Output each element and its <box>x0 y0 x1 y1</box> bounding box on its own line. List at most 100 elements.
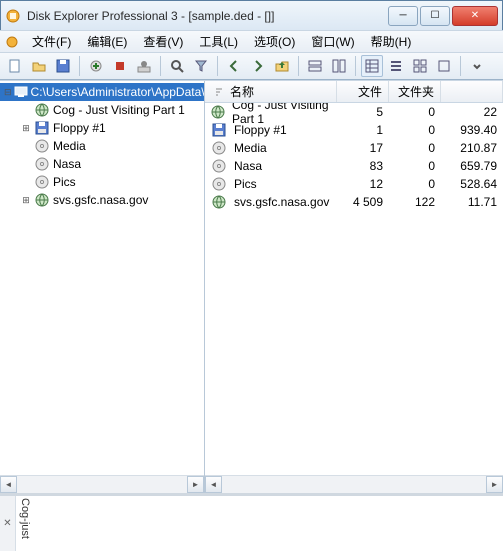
window-controls: ─ ☐ ✕ <box>388 6 498 26</box>
cell-files: 5 <box>337 105 389 119</box>
cell-name: svs.gsfc.nasa.gov <box>234 195 329 209</box>
tree-item[interactable]: ⊞svs.gsfc.nasa.gov <box>0 191 204 209</box>
minimize-button[interactable]: ─ <box>388 6 418 26</box>
cell-folders: 122 <box>389 195 441 209</box>
overflow-icon[interactable] <box>466 55 488 77</box>
menu-options[interactable]: 选项(O) <box>246 31 303 52</box>
cell-name: Pics <box>234 177 257 191</box>
cell-folders: 0 <box>389 141 441 155</box>
save-icon[interactable] <box>52 55 74 77</box>
close-button[interactable]: ✕ <box>452 6 498 26</box>
folder-tree: ⊟ C:\Users\Administrator\AppData\ Cog - … <box>0 81 204 475</box>
back-icon[interactable] <box>223 55 245 77</box>
open-icon[interactable] <box>28 55 50 77</box>
cell-extra: 659.79 <box>441 159 503 173</box>
floppy-icon <box>211 122 227 138</box>
list-hscroll[interactable]: ◄ ► <box>205 475 503 493</box>
globe-icon <box>211 104 225 120</box>
add-item-icon[interactable] <box>85 55 107 77</box>
globe-icon <box>211 194 227 210</box>
scroll-right-icon[interactable]: ► <box>486 476 503 493</box>
menu-window[interactable]: 窗口(W) <box>303 31 362 52</box>
list-row[interactable]: Nasa830659.79 <box>205 157 503 175</box>
tree-item-label: Floppy #1 <box>53 121 106 135</box>
tree-item[interactable]: ⊞ Floppy #1 <box>0 119 204 137</box>
tree-hscroll[interactable]: ◄ ► <box>0 475 204 493</box>
twisty-blank <box>20 176 32 188</box>
column-folders[interactable]: 文件夹 <box>389 81 441 102</box>
view-details-icon[interactable] <box>361 55 383 77</box>
menu-file[interactable]: 文件(F) <box>24 31 79 52</box>
find-icon[interactable] <box>166 55 188 77</box>
computer-icon <box>14 84 28 100</box>
bottom-panel: ✕ Cog-just <box>0 493 503 551</box>
tree-item[interactable]: Cog - Just Visiting Part 1 <box>0 101 204 119</box>
tree-item[interactable]: Media <box>0 137 204 155</box>
list-row[interactable]: svs.gsfc.nasa.gov 4 50912211.71 <box>205 193 503 211</box>
tree-item[interactable]: Nasa <box>0 155 204 173</box>
scroll-left-icon[interactable]: ◄ <box>205 476 222 493</box>
menu-edit[interactable]: 编辑(E) <box>79 31 135 52</box>
menu-tools[interactable]: 工具(L) <box>191 31 246 52</box>
cell-files: 12 <box>337 177 389 191</box>
tree-item-label: Cog - Just Visiting Part 1 <box>53 103 185 117</box>
column-files[interactable]: 文件 <box>337 81 389 102</box>
tree-item-label: Nasa <box>53 157 81 171</box>
expand-icon[interactable]: ⊞ <box>20 122 32 134</box>
list-row[interactable]: Pics120528.64 <box>205 175 503 193</box>
column-extra[interactable] <box>441 81 503 102</box>
list-pane: 名称 文件 文件夹 Cog - Just Visiting Part 15022… <box>205 81 503 493</box>
floppy-icon <box>34 120 50 136</box>
column-name[interactable]: 名称 <box>205 81 337 102</box>
new-icon[interactable] <box>4 55 26 77</box>
disc-icon <box>211 158 227 174</box>
menu-view[interactable]: 查看(V) <box>135 31 191 52</box>
sort-icon <box>211 84 227 100</box>
list-header: 名称 文件 文件夹 <box>205 81 503 103</box>
list-row[interactable]: Floppy #110939.40 <box>205 121 503 139</box>
cell-folders: 0 <box>389 177 441 191</box>
expand-icon[interactable]: ⊞ <box>20 194 32 206</box>
bottom-text: Cog-just <box>16 496 503 551</box>
list-row[interactable]: Cog - Just Visiting Part 15022 <box>205 103 503 121</box>
view-vertical-icon[interactable] <box>328 55 350 77</box>
view-thumb-icon[interactable] <box>433 55 455 77</box>
main-split: ⊟ C:\Users\Administrator\AppData\ Cog - … <box>0 80 503 493</box>
stop-icon[interactable] <box>109 55 131 77</box>
tree-item-label: Pics <box>53 175 76 189</box>
cell-folders: 0 <box>389 123 441 137</box>
menu-help[interactable]: 帮助(H) <box>363 31 420 52</box>
tree-root-label: C:\Users\Administrator\AppData\ <box>31 85 204 99</box>
scroll-right-icon[interactable]: ► <box>187 476 204 493</box>
collapse-icon[interactable]: ⊟ <box>4 86 12 98</box>
cell-folders: 0 <box>389 159 441 173</box>
cell-files: 17 <box>337 141 389 155</box>
view-list-icon[interactable] <box>385 55 407 77</box>
tree-pane: ⊟ C:\Users\Administrator\AppData\ Cog - … <box>0 81 205 493</box>
globe-icon <box>34 192 50 208</box>
view-icons-icon[interactable] <box>409 55 431 77</box>
titlebar: Disk Explorer Professional 3 - [sample.d… <box>0 0 503 30</box>
tree-item[interactable]: Pics <box>0 173 204 191</box>
forward-icon[interactable] <box>247 55 269 77</box>
scroll-left-icon[interactable]: ◄ <box>0 476 17 493</box>
cell-name: Nasa <box>234 159 262 173</box>
window-title: Disk Explorer Professional 3 - [sample.d… <box>27 9 388 23</box>
bottom-close-icon[interactable]: ✕ <box>0 496 16 551</box>
cell-files: 4 509 <box>337 195 389 209</box>
toolbar <box>0 52 503 80</box>
tree-item-label: Media <box>53 139 86 153</box>
settings-icon[interactable] <box>133 55 155 77</box>
maximize-button[interactable]: ☐ <box>420 6 450 26</box>
cell-extra: 11.71 <box>441 195 503 209</box>
up-icon[interactable] <box>271 55 293 77</box>
list-row[interactable]: Media170210.87 <box>205 139 503 157</box>
cell-files: 1 <box>337 123 389 137</box>
tree-root[interactable]: ⊟ C:\Users\Administrator\AppData\ <box>0 83 204 101</box>
twisty-blank <box>20 140 32 152</box>
disc-icon <box>34 138 50 154</box>
view-horizontal-icon[interactable] <box>304 55 326 77</box>
filter-icon[interactable] <box>190 55 212 77</box>
disc-icon <box>211 176 227 192</box>
cell-folders: 0 <box>389 105 441 119</box>
